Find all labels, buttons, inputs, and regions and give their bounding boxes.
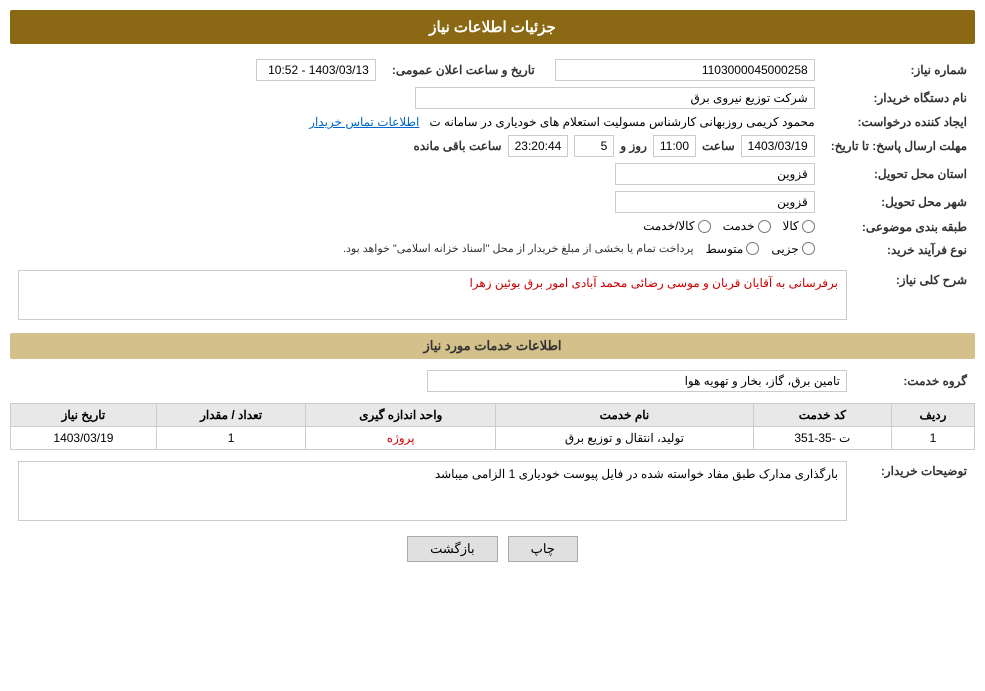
services-table: ردیفکد خدمتنام خدمتواحد اندازه گیریتعداد…	[10, 403, 975, 450]
process-note: پرداخت تمام یا بخشی از مبلغ خریدار از مح…	[343, 242, 694, 255]
creator-label: ایجاد کننده درخواست:	[823, 112, 975, 132]
category-kala-khadamat-radio[interactable]	[698, 220, 711, 233]
services-section-header: اطلاعات خدمات مورد نیاز	[10, 333, 975, 359]
group-value: تامین برق، گاز، بخار و تهویه هوا	[427, 370, 847, 392]
table-header: کد خدمت	[753, 404, 891, 427]
category-label: طبقه بندی موضوعی:	[823, 216, 975, 239]
process-mottaset-radio[interactable]	[746, 242, 759, 255]
tozihat-value: بارگذاری مدارک طبق مفاد خواسته شده در فا…	[18, 461, 847, 521]
city-label: شهر محل تحویل:	[823, 188, 975, 216]
process-label: نوع فرآیند خرید:	[823, 239, 975, 262]
announcement-label: تاریخ و ساعت اعلان عمومی:	[384, 56, 543, 84]
deadline-date: 1403/03/19	[741, 135, 815, 157]
province-value: قزوین	[615, 163, 815, 185]
table-header: واحد اندازه گیری	[306, 404, 496, 427]
button-row: چاپ بازگشت	[10, 536, 975, 562]
table-header: ردیف	[891, 404, 974, 427]
deadline-days-label: روز و	[620, 139, 647, 153]
tozihat-label: توضیحات خریدار:	[855, 458, 975, 524]
table-cell: 1403/03/19	[11, 427, 157, 450]
table-header: نام خدمت	[496, 404, 754, 427]
sharah-label: شرح کلی نیاز:	[855, 267, 975, 323]
back-button[interactable]: بازگشت	[407, 536, 497, 562]
table-cell: ت -35-351	[753, 427, 891, 450]
print-button[interactable]: چاپ	[508, 536, 578, 562]
creator-link[interactable]: اطلاعات تماس خریدار	[309, 115, 419, 129]
id-value: 1103000045000258	[555, 59, 815, 81]
deadline-days: 5	[574, 135, 614, 157]
deadline-label: مهلت ارسال پاسخ: تا تاریخ:	[823, 132, 975, 160]
company-label: نام دستگاه خریدار:	[823, 84, 975, 112]
city-value: قزوین	[615, 191, 815, 213]
creator-value: محمود کریمی روزبهانی کارشناس مسولیت استع…	[429, 115, 814, 129]
province-label: استان محل تحویل:	[823, 160, 975, 188]
table-cell: پروژه	[306, 427, 496, 450]
deadline-remaining: 23:20:44	[508, 135, 569, 157]
group-label: گروه خدمت:	[855, 367, 975, 395]
table-row: 1ت -35-351تولید، انتقال و توزیع برقپروژه…	[11, 427, 975, 450]
table-cell: 1	[891, 427, 974, 450]
category-kala-radio[interactable]	[802, 220, 815, 233]
table-cell: 1	[156, 427, 306, 450]
deadline-time-label: ساعت	[702, 139, 735, 153]
sharah-value: برفرسانی به آقایان قربان و موسی رضائی مح…	[18, 270, 847, 320]
process-mottaset-label: متوسط	[706, 242, 744, 256]
category-khadamat-radio[interactable]	[758, 220, 771, 233]
table-header: تعداد / مقدار	[156, 404, 306, 427]
category-khadamat-label: خدمت	[723, 219, 755, 233]
id-label: شماره نیاز:	[823, 56, 975, 84]
process-jozyi-label: جزیی	[771, 242, 798, 256]
deadline-time: 11:00	[653, 135, 696, 157]
table-header: تاریخ نیاز	[11, 404, 157, 427]
process-jozyi-radio[interactable]	[802, 242, 815, 255]
page-title: جزئیات اطلاعات نیاز	[10, 10, 975, 44]
table-cell: تولید، انتقال و توزیع برق	[496, 427, 754, 450]
category-kala-khadamat-label: کالا/خدمت	[643, 219, 694, 233]
announcement-value: 1403/03/13 - 10:52	[256, 59, 376, 81]
company-value: شرکت توزیع نیروی برق	[415, 87, 815, 109]
deadline-remaining-label: ساعت باقی مانده	[414, 139, 502, 153]
category-kala-label: کالا	[783, 219, 799, 233]
